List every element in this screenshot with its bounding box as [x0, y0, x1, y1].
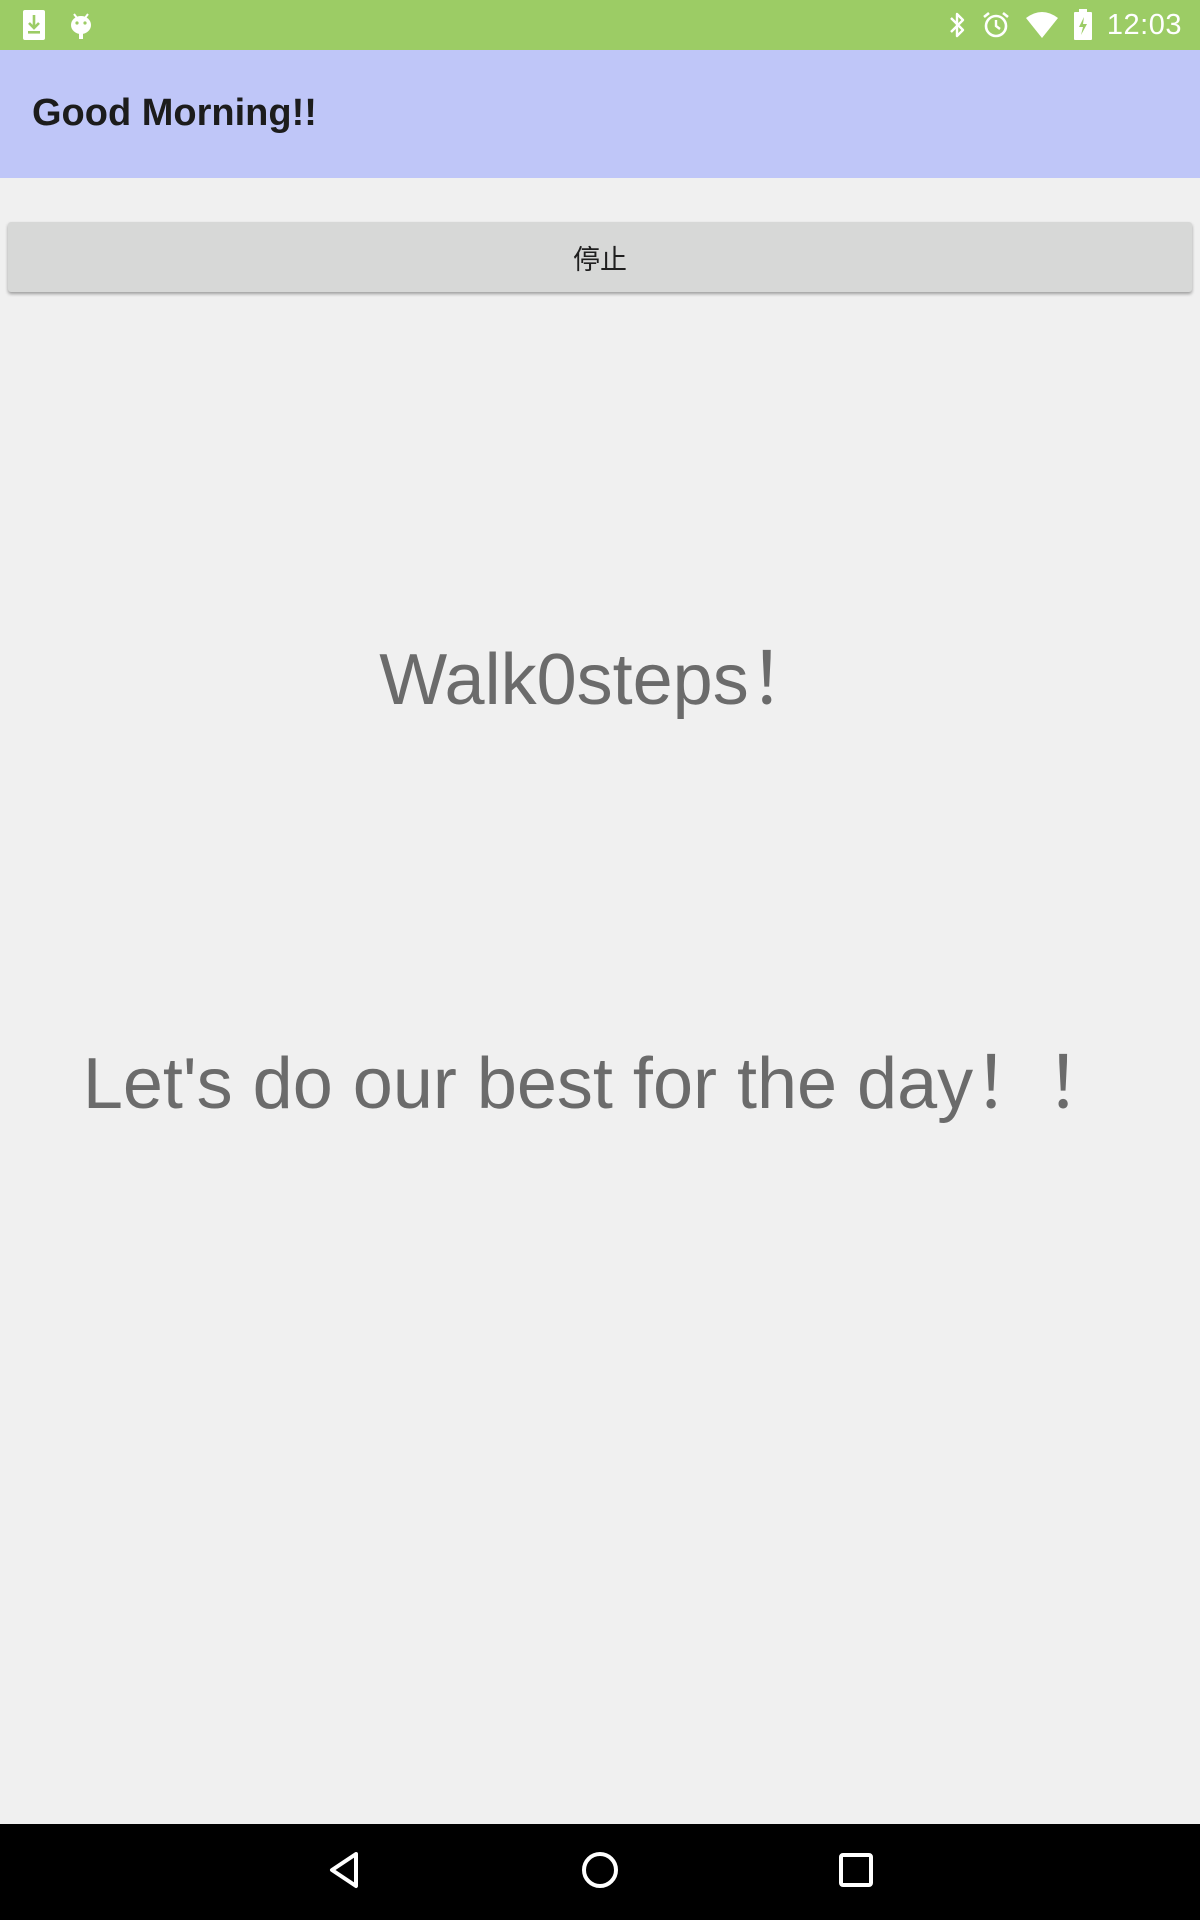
back-button[interactable]	[314, 1842, 374, 1902]
app-title: Good Morning!!	[32, 92, 317, 134]
home-button[interactable]	[570, 1842, 630, 1902]
status-time: 12:03	[1106, 8, 1182, 41]
status-right-icons: 12:03	[947, 6, 1182, 44]
stop-button[interactable]: 停止	[8, 222, 1192, 292]
navigation-bar	[0, 1824, 1200, 1920]
app-bar: Good Morning!!	[0, 50, 1200, 178]
app-screen: 12:03 Good Morning!! 停止 Walk0steps！ Let'…	[0, 0, 1200, 1920]
step-count-text: Walk0steps！	[379, 640, 821, 720]
recents-icon	[838, 1852, 874, 1893]
motto-text: Let's do our best for the day！！	[82, 1044, 1118, 1124]
wifi-icon	[1025, 11, 1059, 39]
android-debug-icon	[68, 10, 94, 40]
recents-button[interactable]	[826, 1842, 886, 1902]
status-bar: 12:03	[0, 0, 1200, 50]
home-icon	[580, 1850, 620, 1895]
status-left-icons	[22, 8, 94, 42]
back-icon	[324, 1848, 364, 1897]
alarm-icon	[981, 10, 1011, 40]
download-icon	[22, 9, 46, 41]
bluetooth-icon	[947, 10, 967, 40]
battery-charging-icon	[1073, 9, 1093, 41]
